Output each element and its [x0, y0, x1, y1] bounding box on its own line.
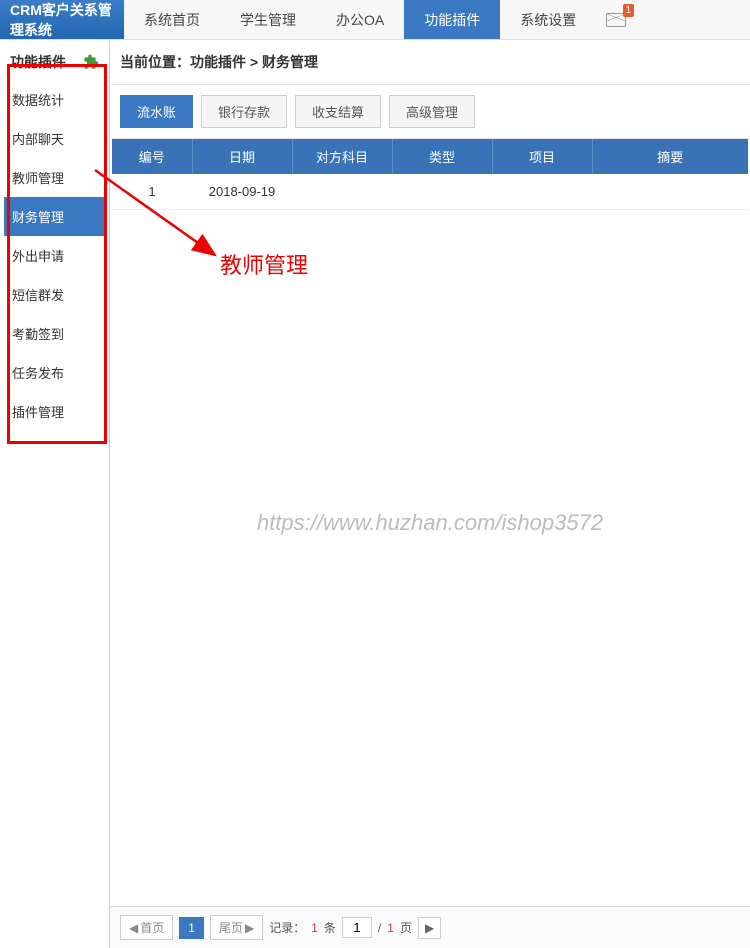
- sidebar-title: 功能插件: [10, 52, 66, 72]
- pagination: ◀ 首页 1 尾页 ▶ 记录： 1 条 / 1 页 ▶: [110, 906, 750, 948]
- tab-advanced[interactable]: 高级管理: [389, 95, 475, 128]
- pager-first-label: 首页: [140, 919, 164, 936]
- pager-records-label: 记录：: [269, 919, 305, 936]
- sidebar-header: 功能插件: [4, 44, 105, 80]
- pager-go[interactable]: ▶: [418, 917, 441, 939]
- pager-last[interactable]: 尾页 ▶: [210, 915, 263, 940]
- main-content: 当前位置：功能插件 > 财务管理 流水账 银行存款 收支结算 高级管理 编号 日…: [109, 40, 750, 948]
- nav-student[interactable]: 学生管理: [220, 0, 316, 39]
- nav-home[interactable]: 系统首页: [124, 0, 220, 39]
- nav-settings[interactable]: 系统设置: [500, 0, 596, 39]
- sidebar-item-task[interactable]: 任务发布: [4, 353, 105, 392]
- sidebar-item-teacher[interactable]: 教师管理: [4, 158, 105, 197]
- cell-summary: [592, 174, 748, 210]
- mail-badge: 1: [623, 4, 635, 17]
- tab-bank[interactable]: 银行存款: [201, 95, 287, 128]
- pager-page-input[interactable]: [342, 917, 372, 938]
- tab-journal[interactable]: 流水账: [120, 95, 193, 128]
- finance-table: 编号 日期 对方科目 类型 项目 摘要 1 2018-09-19: [112, 139, 748, 210]
- table-row[interactable]: 1 2018-09-19: [112, 174, 748, 210]
- pager-total: 1: [387, 921, 394, 935]
- cell-project: [492, 174, 592, 210]
- pager-first[interactable]: ◀ 首页: [120, 915, 173, 940]
- nav-plugins[interactable]: 功能插件: [404, 0, 500, 39]
- sidebar-item-finance[interactable]: 财务管理: [4, 197, 105, 236]
- pager-records-unit: 条: [324, 919, 336, 936]
- pager-page-1[interactable]: 1: [179, 917, 204, 939]
- pager-last-label: 尾页: [219, 919, 243, 936]
- pager-page-unit: 页: [400, 919, 412, 936]
- sidebar-item-chat[interactable]: 内部聊天: [4, 119, 105, 158]
- top-nav: CRM客户关系管理系统 系统首页 学生管理 办公OA 功能插件 系统设置 1: [0, 0, 750, 40]
- watermark: https://www.huzhan.com/ishop3572: [257, 510, 603, 536]
- brand-logo: CRM客户关系管理系统: [0, 0, 124, 39]
- nav-oa[interactable]: 办公OA: [316, 0, 404, 39]
- sub-tabs: 流水账 银行存款 收支结算 高级管理: [110, 85, 750, 139]
- th-id: 编号: [112, 139, 192, 174]
- cell-subject: [292, 174, 392, 210]
- mail-button[interactable]: 1: [596, 0, 636, 39]
- breadcrumb-path: 功能插件 > 财务管理: [190, 54, 318, 70]
- pager-records-count: 1: [311, 921, 318, 935]
- th-project: 项目: [492, 139, 592, 174]
- breadcrumb-prefix: 当前位置：: [120, 54, 190, 70]
- puzzle-icon: [83, 54, 99, 70]
- sidebar-item-sms[interactable]: 短信群发: [4, 275, 105, 314]
- sidebar-item-stats[interactable]: 数据统计: [4, 80, 105, 119]
- table-container: 编号 日期 对方科目 类型 项目 摘要 1 2018-09-19: [110, 139, 750, 210]
- th-date: 日期: [192, 139, 292, 174]
- th-type: 类型: [392, 139, 492, 174]
- breadcrumb: 当前位置：功能插件 > 财务管理: [110, 40, 750, 85]
- sidebar: 功能插件 数据统计 内部聊天 教师管理 财务管理 外出申请 短信群发 考勤签到 …: [0, 40, 110, 948]
- tab-settlement[interactable]: 收支结算: [295, 95, 381, 128]
- th-summary: 摘要: [592, 139, 748, 174]
- cell-id: 1: [112, 174, 192, 210]
- cell-date: 2018-09-19: [192, 174, 292, 210]
- sidebar-item-plugin-mgmt[interactable]: 插件管理: [4, 392, 105, 431]
- cell-type: [392, 174, 492, 210]
- sidebar-item-attendance[interactable]: 考勤签到: [4, 314, 105, 353]
- th-subject: 对方科目: [292, 139, 392, 174]
- pager-sep: /: [378, 921, 381, 935]
- sidebar-item-leave[interactable]: 外出申请: [4, 236, 105, 275]
